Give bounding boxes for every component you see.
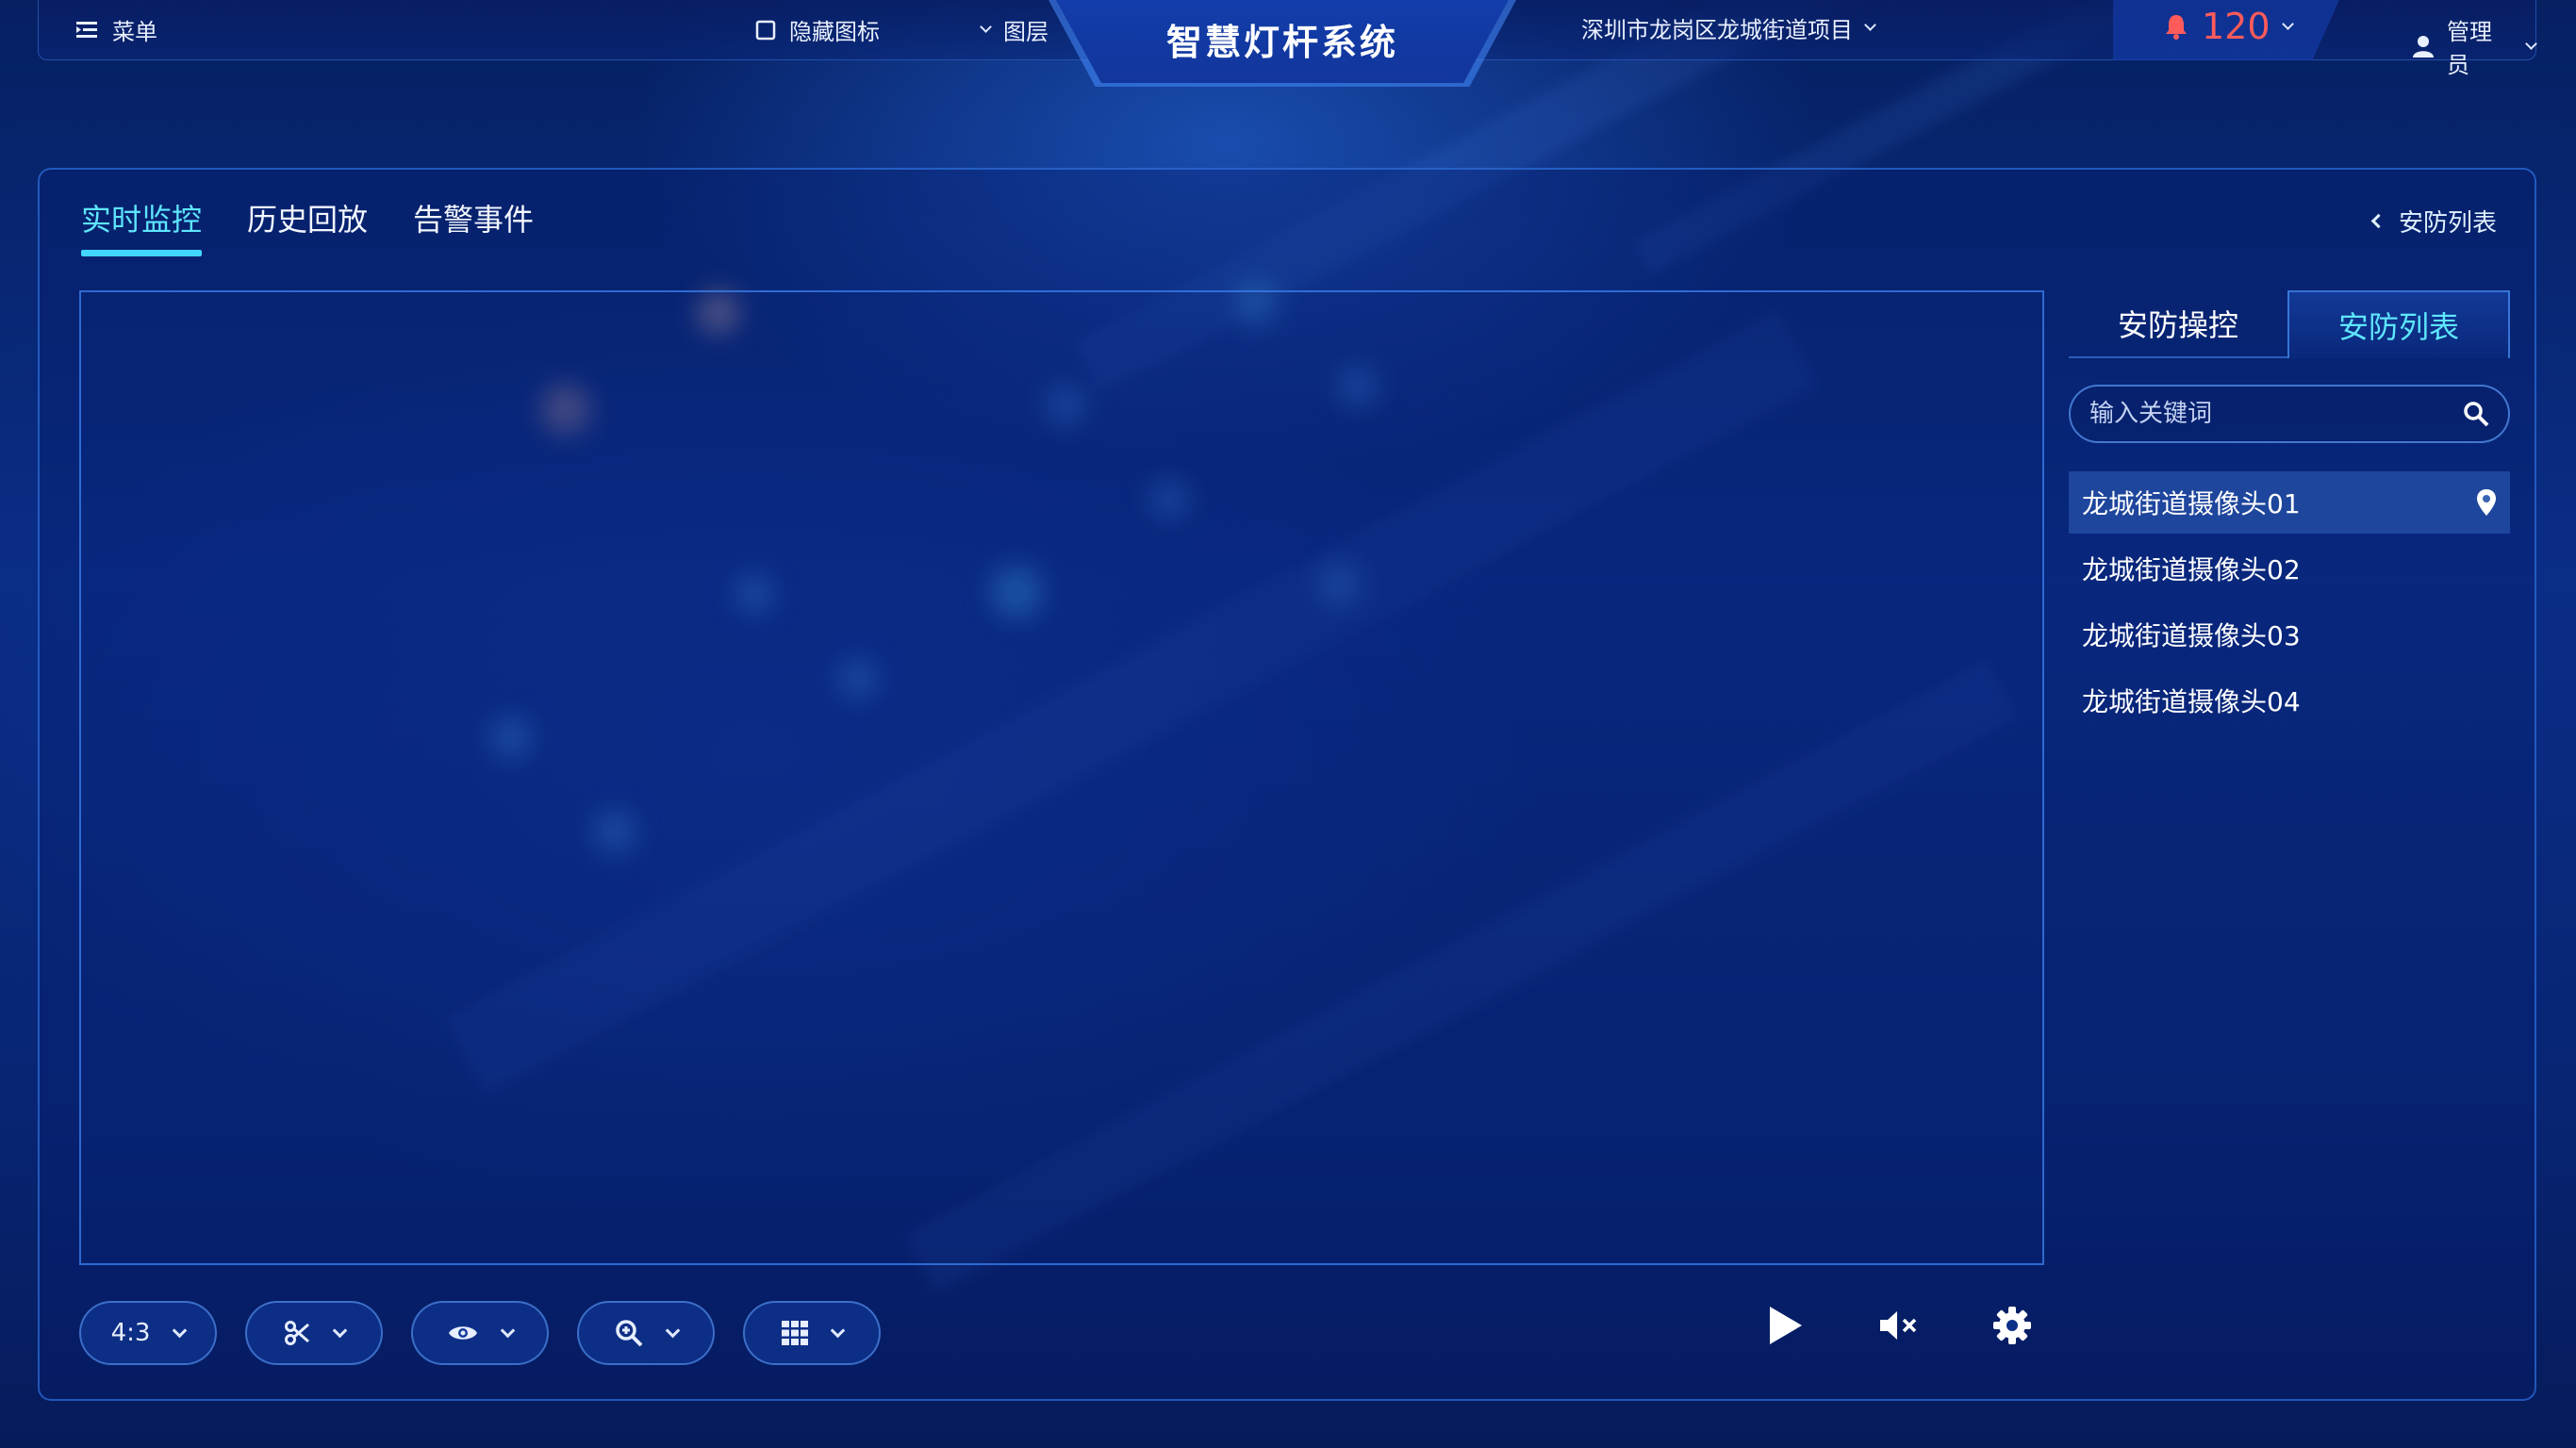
location-pin-icon[interactable] xyxy=(2476,488,2497,517)
menu-label: 菜单 xyxy=(112,19,157,45)
scissors-icon xyxy=(284,1320,310,1346)
chevron-down-icon xyxy=(1864,19,1876,31)
menu-icon xyxy=(76,20,99,41)
camera-name: 龙城街道摄像头04 xyxy=(2082,686,2301,717)
gear-icon xyxy=(1993,1307,2031,1344)
title-plate: 智慧灯杆系统 xyxy=(1056,0,1509,83)
hide-icons-label: 隐藏图标 xyxy=(789,19,880,45)
layers-label: 图层 xyxy=(1003,19,1049,45)
side-tabs: 安防操控 安防列表 xyxy=(2069,290,2510,358)
video-viewport[interactable] xyxy=(79,290,2044,1265)
project-dropdown[interactable]: 深圳市龙岗区龙城街道项目 xyxy=(1581,11,1876,44)
mute-icon xyxy=(1878,1309,1920,1341)
user-icon xyxy=(2413,35,2434,58)
list-item[interactable]: 龙城街道摄像头01 xyxy=(2069,471,2510,534)
grid-icon xyxy=(781,1321,808,1345)
main-panel: 实时监控 历史回放 告警事件 安防列表 4:3 安防操控 安防列表 输入关键词 … xyxy=(38,168,2536,1401)
chevron-down-icon xyxy=(2281,17,2294,30)
chevron-down-icon xyxy=(173,1323,188,1338)
tab-realtime-monitor[interactable]: 实时监控 xyxy=(81,196,203,256)
eye-icon xyxy=(448,1323,478,1343)
zoom-select[interactable] xyxy=(577,1301,715,1365)
play-button[interactable] xyxy=(1759,1299,1812,1352)
snapshot-tool-select[interactable] xyxy=(245,1301,383,1365)
camera-name: 龙城街道摄像头01 xyxy=(2082,488,2301,519)
chevron-down-icon xyxy=(980,21,992,33)
chevron-down-icon xyxy=(332,1323,347,1338)
back-link-label: 安防列表 xyxy=(2398,209,2497,238)
alert-button[interactable]: 120 xyxy=(2164,6,2294,47)
tab-security-list[interactable]: 安防列表 xyxy=(2287,290,2510,358)
chevron-down-icon xyxy=(500,1323,515,1338)
play-icon xyxy=(1768,1305,1804,1346)
aspect-ratio-select[interactable]: 4:3 xyxy=(79,1301,217,1365)
chevron-down-icon xyxy=(2525,37,2537,50)
bell-icon xyxy=(2164,13,2188,40)
app-title: 智慧灯杆系统 xyxy=(1165,21,1398,63)
main-tabs: 实时监控 历史回放 告警事件 xyxy=(81,196,534,256)
hide-icons-toggle[interactable]: 隐藏图标 xyxy=(755,13,880,46)
chevron-down-icon xyxy=(665,1323,680,1338)
layers-dropdown[interactable]: 图层 xyxy=(980,13,1049,46)
project-label: 深圳市龙岗区龙城街道项目 xyxy=(1581,17,1853,43)
security-list-back-link[interactable]: 安防列表 xyxy=(2370,204,2497,239)
grid-layout-select[interactable] xyxy=(743,1301,881,1365)
view-mode-select[interactable] xyxy=(411,1301,549,1365)
checkbox-icon[interactable] xyxy=(755,20,776,41)
camera-list: 龙城街道摄像头01 龙城街道摄像头02 龙城街道摄像头03 龙城街道摄像头04 xyxy=(2069,471,2510,735)
alert-count: 120 xyxy=(2202,6,2271,47)
zoom-in-icon xyxy=(615,1319,643,1347)
list-item[interactable]: 龙城街道摄像头02 xyxy=(2069,537,2510,600)
camera-name: 龙城街道摄像头02 xyxy=(2082,554,2301,585)
chevron-down-icon xyxy=(830,1323,845,1338)
user-menu[interactable]: 管理员 xyxy=(2413,13,2537,79)
settings-button[interactable] xyxy=(1986,1299,2039,1352)
chevron-left-icon xyxy=(2370,213,2386,229)
search-input[interactable] xyxy=(2089,400,2463,428)
tab-alarm-events[interactable]: 告警事件 xyxy=(413,196,534,256)
tab-security-control[interactable]: 安防操控 xyxy=(2069,290,2287,358)
list-item[interactable]: 龙城街道摄像头04 xyxy=(2069,669,2510,732)
user-label: 管理员 xyxy=(2447,19,2492,78)
tab-history-playback[interactable]: 历史回放 xyxy=(247,196,368,256)
mute-button[interactable] xyxy=(1873,1299,1925,1352)
search-icon[interactable] xyxy=(2463,401,2489,427)
menu-button[interactable]: 菜单 xyxy=(76,13,157,46)
camera-name: 龙城街道摄像头03 xyxy=(2082,620,2301,651)
list-item[interactable]: 龙城街道摄像头03 xyxy=(2069,603,2510,666)
aspect-ratio-value: 4:3 xyxy=(110,1319,151,1347)
search-box xyxy=(2069,385,2510,443)
